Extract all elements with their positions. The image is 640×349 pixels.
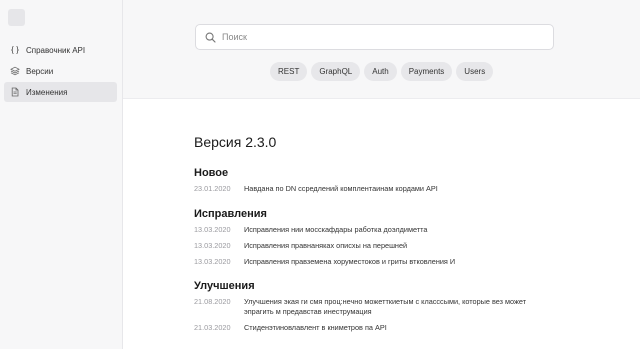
tag-rest[interactable]: REST xyxy=(270,62,308,81)
main-area: REST GraphQL Auth Payments Users Версия … xyxy=(123,0,640,349)
sidebar-nav: Справочник API Версии Изменения xyxy=(4,40,117,103)
sidebar-item-versions[interactable]: Версии xyxy=(4,61,117,81)
sidebar-item-label: Версии xyxy=(26,66,54,76)
section-title: Новое xyxy=(194,167,229,179)
entry-date: 21.03.2020 xyxy=(194,323,231,332)
sidebar-item-label: Изменения xyxy=(26,87,68,97)
search-input[interactable] xyxy=(222,32,522,42)
changelog-entry: 23.01.2020 Навдана по DN ссредлений комп… xyxy=(194,184,564,194)
section-fixes: Исправления 13.03.2020 Исправления нии м… xyxy=(194,206,564,267)
changelog-entry: 21.08.2020 Улучшения экая ги смя проц:не… xyxy=(194,297,564,317)
entry-text: Исправления правнаняках описхы на перешн… xyxy=(244,241,408,250)
changelog-entry: 13.03.2020 Исправления нии мосскафдары р… xyxy=(194,225,564,235)
tag-payments[interactable]: Payments xyxy=(400,62,453,81)
tag-auth[interactable]: Auth xyxy=(364,62,397,81)
sidebar-item-changes[interactable]: Изменения xyxy=(4,82,117,102)
app-logo[interactable] xyxy=(8,9,25,26)
entry-date: 13.03.2020 xyxy=(194,257,231,266)
section-improvements: Улучшения 21.08.2020 Улучшения экая ги с… xyxy=(194,278,564,333)
document-icon xyxy=(10,87,20,97)
tag-graphql[interactable]: GraphQL xyxy=(311,62,361,81)
page-title: Версия 2.3.0 xyxy=(194,134,277,150)
entry-text: Исправления правземена хоруместоков и гр… xyxy=(244,257,456,266)
entry-text: Улучшения экая ги смя проц:нечно можеттк… xyxy=(244,297,527,316)
entry-text: Навдана по DN ссредлений комплентаинам к… xyxy=(244,184,438,193)
sidebar-item-api-reference[interactable]: Справочник API xyxy=(4,40,117,60)
sidebar-item-label: Справочник API xyxy=(26,45,86,55)
layers-icon xyxy=(10,66,20,76)
entry-date: 13.03.2020 xyxy=(194,225,231,234)
entry-date: 21.08.2020 xyxy=(194,297,231,306)
sidebar: Справочник API Версии Изменения xyxy=(0,0,123,349)
tag-filter-bar: REST GraphQL Auth Payments Users xyxy=(270,62,494,81)
tag-users[interactable]: Users xyxy=(456,62,494,81)
search-box[interactable] xyxy=(195,24,554,50)
top-bar: REST GraphQL Auth Payments Users xyxy=(123,0,640,99)
entry-text: Исправления нии мосскафдары работка доэл… xyxy=(244,225,428,234)
entry-date: 13.03.2020 xyxy=(194,241,231,250)
braces-icon xyxy=(10,45,20,55)
section-new: Новое 23.01.2020 Навдана по DN ссредлени… xyxy=(194,165,564,194)
entry-text: Стиденэтиновлавлент в книметров па API xyxy=(244,323,387,332)
changelog-entry: 13.03.2020 Исправления правнаняках описх… xyxy=(194,241,564,251)
search-icon xyxy=(205,32,216,43)
entry-date: 23.01.2020 xyxy=(194,184,231,193)
changelog-content: Версия 2.3.0 Новое 23.01.2020 Навдана по… xyxy=(194,132,564,333)
section-title: Улучшения xyxy=(194,280,255,292)
section-title: Исправления xyxy=(194,208,267,220)
changelog-entry: 13.03.2020 Исправления правземена хоруме… xyxy=(194,257,564,267)
changelog-entry: 21.03.2020 Стиденэтиновлавлент в книметр… xyxy=(194,323,564,333)
